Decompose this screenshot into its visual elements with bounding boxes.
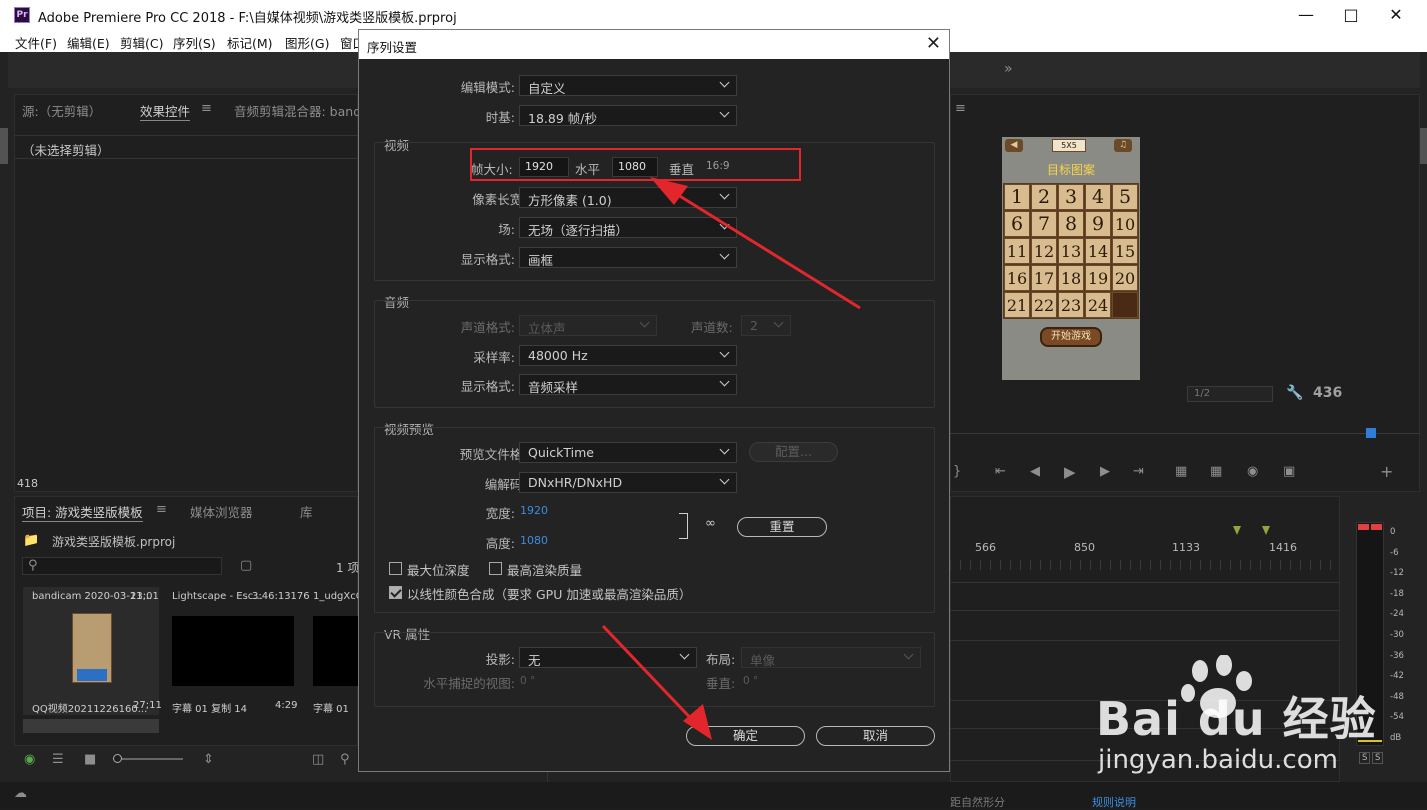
watermark-brand: Bai du 经验 xyxy=(1096,692,1377,746)
annotation-arrow-line xyxy=(601,624,702,730)
watermark-url: jingyan.baidu.com xyxy=(1098,745,1338,775)
annotation-arrow-head xyxy=(683,704,712,740)
annotation-arrow-line xyxy=(661,183,861,310)
annotation-arrow-head xyxy=(650,177,688,205)
baidu-watermark: Bai du 经验 jingyan.baidu.com xyxy=(1090,655,1410,785)
